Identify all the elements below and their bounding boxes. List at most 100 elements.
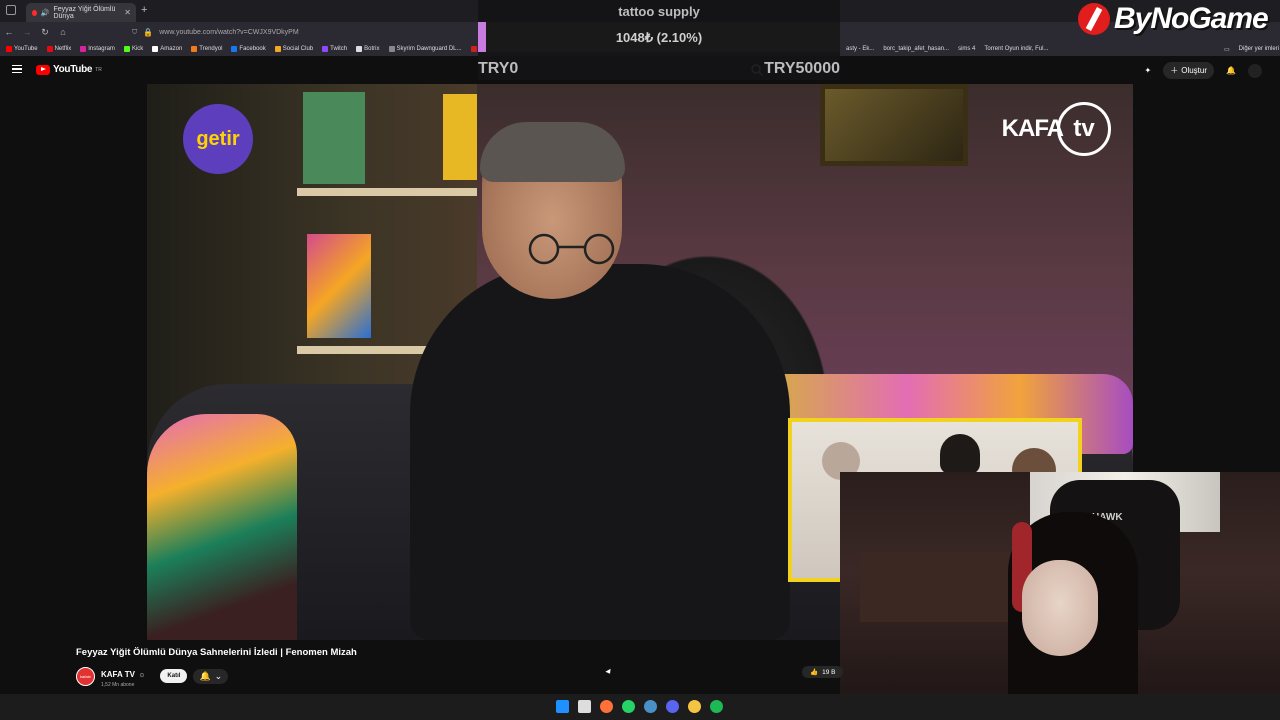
like-count: 19 B [822,668,836,676]
chevron-down-icon: ⌄ [214,670,223,681]
channel-name[interactable]: KAFA TV [101,670,135,679]
video-title: Feyyaz Yiğit Ölümlü Dünya Sahnelerini İz… [76,647,357,658]
youtube-play-icon [36,64,50,75]
tab-title: Feyyaz Yiğit Ölümlü Dünya [53,5,116,20]
whatsapp-icon[interactable] [622,700,635,713]
discord-icon[interactable] [666,700,679,713]
join-button[interactable]: Katıl [160,669,188,683]
notification-bell-icon[interactable]: 🔔 [1226,66,1236,75]
bookmark-label: Instagram [88,46,115,52]
forward-arrow-icon[interactable]: → [18,27,36,37]
subscribe-bell-button[interactable]: 🔔 ⌄ [193,668,229,684]
taskbar [0,694,1280,720]
home-icon[interactable]: ⌂ [54,27,72,37]
bookmark-label: Netflix [54,46,72,52]
shield-icon: ⛉ [132,28,138,36]
bookmark-favicon-icon [80,46,87,52]
youtube-favicon-icon [32,9,37,16]
bookmark-item[interactable]: sims 4 [958,46,975,52]
bookmark-label: YouTube [14,46,38,52]
kafatv-logo-tv: tv [1057,102,1111,156]
glasses-icon [528,233,615,265]
create-button[interactable]: ＋ Oluştur [1163,62,1215,79]
tab-active[interactable]: 🔊 Feyyaz Yiğit Ölümlü Dünya ✕ [26,3,136,22]
bell-icon: 🔔 [199,670,211,681]
spotify-icon[interactable] [710,700,723,713]
verified-icon: ⊙ [139,673,145,679]
subscriber-count: 1,52 Mn abone [101,682,135,688]
other-bookmarks[interactable]: ▭ Diğer yer imleri [1224,42,1279,56]
bookmark-item[interactable]: Facebook [231,46,266,52]
bookmark-item[interactable]: Amazon [152,46,182,52]
bookmark-item[interactable]: YouTube [6,46,38,52]
bookmark-label: Social Club [282,46,314,52]
shelf-poster [303,92,365,184]
streamer-face [1022,560,1098,656]
bookmark-item[interactable]: Trendyol [191,46,222,52]
like-button[interactable]: 👍 19 B [802,666,844,678]
goal-min-label: TRY0 [478,60,519,77]
youtube-logo[interactable]: YouTube TR [36,64,102,75]
bookmark-item[interactable]: Twitch [322,46,347,52]
bookmark-label: Amazon [160,46,183,52]
bookmark-item[interactable]: Botrix [356,46,380,52]
bookmark-favicon-icon [152,46,159,52]
back-arrow-icon[interactable]: ← [0,27,18,37]
other-bookmarks-label: Diğer yer imleri [1238,46,1280,52]
bookmark-favicon-icon [356,46,363,52]
file-explorer-icon[interactable] [688,700,701,713]
bookmark-label: Skyrim Dawnguard DL... [396,46,462,52]
bookmark-item[interactable]: Social Club [274,46,314,52]
search-icon[interactable] [578,700,591,713]
kafatv-logo: KAFA tv [1002,102,1111,156]
tab-list-icon[interactable] [6,5,16,15]
steam-icon[interactable] [644,700,657,713]
bookmark-favicon-icon [470,46,477,52]
channel-info: KAFA TV ⊙ 1,52 Mn abone [101,664,144,688]
bookmark-favicon-icon [231,46,238,52]
bookmark-favicon-icon [388,46,395,52]
header-actions: ✦ ＋ Oluştur 🔔 [1145,62,1262,79]
firefox-icon[interactable] [600,700,613,713]
bookmark-item[interactable]: Netflix [46,46,72,52]
gear-icon[interactable]: ✦ [1145,66,1152,75]
getir-logo: getir [183,104,253,174]
goal-progress-text: 1048₺ (2.10%) [615,30,703,45]
windows-start-icon[interactable] [556,700,569,713]
bookmark-label: Twitch [330,46,348,52]
new-tab-button[interactable]: + [141,4,147,16]
speaker-icon: 🔊 [40,9,50,17]
plus-icon: ＋ [1170,66,1179,75]
goal-title: tattoo supply [618,4,700,19]
bookmark-item[interactable]: Torrent Oyun indir, Ful... [984,46,1048,52]
bookmark-label: Facebook [239,46,266,52]
bynogame-watermark: ByNoGame [1078,2,1269,36]
youtube-logo-text: YouTube [53,64,93,75]
channel-avatar[interactable]: kafatv [76,666,95,686]
donation-goal-overlay: tattoo supply 1048₺ (2.10%) TRY0 TRY5000… [478,0,840,80]
webcam-furniture [860,552,1010,622]
bookmark-favicon-icon [322,46,329,52]
youtube-country-code: TR [95,66,102,73]
reload-icon[interactable]: ↻ [36,27,54,38]
bookmark-item[interactable]: borc_takip_afet_hasan... [883,46,949,52]
bookmark-item[interactable]: Instagram [80,46,115,52]
channel-row: kafatv KAFA TV ⊙ 1,52 Mn abone Katıl 🔔 ⌄ [76,664,229,688]
bynogame-logo-icon [1078,3,1110,35]
url-text: www.youtube.com/watch?v=CWJX9VDkyPM [159,29,299,36]
clip-person [940,434,980,474]
bookmark-item[interactable]: Skyrim Dawnguard DL... [388,46,462,52]
bookmarks-bar-right: asty - Ek... borc_takip_afet_hasan... sims… [846,42,1048,56]
avatar[interactable] [1248,63,1262,78]
tab-close-icon[interactable]: ✕ [124,8,131,17]
mouse-cursor-icon [605,668,613,676]
url-field[interactable]: ⛉ 🔒 www.youtube.com/watch?v=CWJX9VDkyPM [132,25,478,40]
bookmark-item[interactable]: asty - Ek... [846,46,874,52]
menu-icon[interactable] [12,65,22,73]
bookmark-favicon-icon [191,46,198,52]
shelf-painting [307,234,371,338]
bookmark-item[interactable]: Kick [123,46,143,52]
taskbar-icons [556,700,723,713]
bookmark-favicon-icon [6,46,12,52]
bookmark-label: Botrix [364,46,380,52]
